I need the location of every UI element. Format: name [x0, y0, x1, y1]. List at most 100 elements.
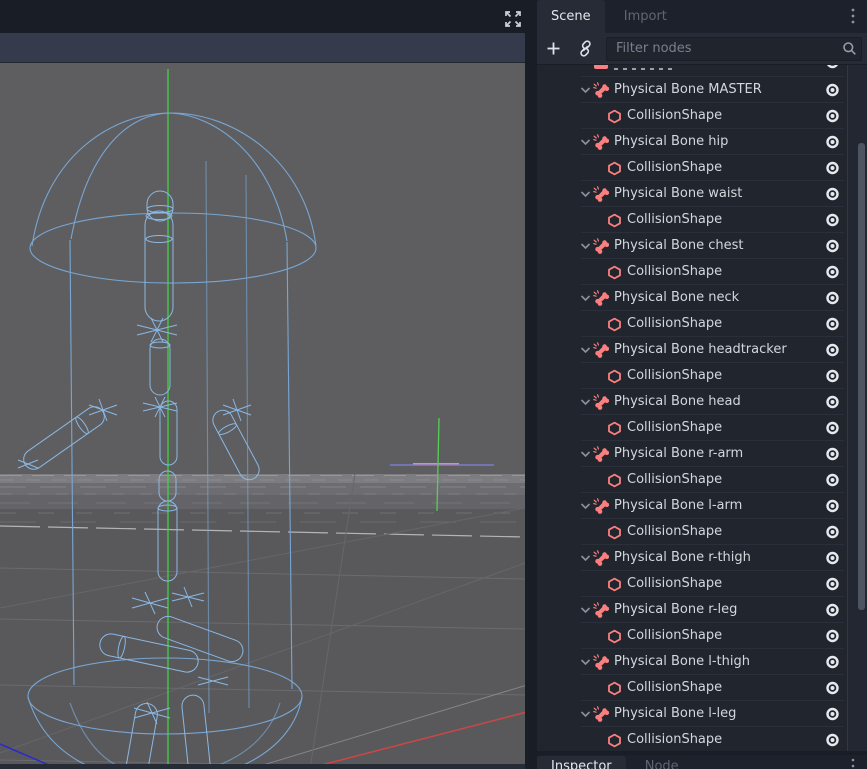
node-label: CollisionShape	[627, 108, 722, 123]
chevron-down-icon[interactable]	[580, 346, 591, 354]
tree-row-collisionshape[interactable]: CollisionShape	[537, 155, 847, 181]
tree-row-physical-bone[interactable]: Physical Bone neck	[537, 285, 847, 311]
collision-shape-icon	[607, 161, 622, 176]
tree-row-clipped-node[interactable]	[537, 65, 847, 77]
visibility-toggle-icon[interactable]	[824, 187, 841, 201]
visibility-toggle-icon[interactable]	[824, 525, 841, 539]
visibility-toggle-icon[interactable]	[824, 291, 841, 305]
tree-row-collisionshape[interactable]: CollisionShape	[537, 363, 847, 389]
visibility-toggle-icon[interactable]	[824, 213, 841, 227]
visibility-toggle-icon[interactable]	[824, 135, 841, 149]
chevron-down-icon[interactable]	[580, 190, 591, 198]
expand-viewport-icon[interactable]	[503, 9, 523, 29]
tree-row-collisionshape[interactable]: CollisionShape	[537, 675, 847, 701]
node-label: CollisionShape	[627, 680, 722, 695]
visibility-toggle-icon[interactable]	[824, 65, 841, 69]
tree-row-collisionshape[interactable]: CollisionShape	[537, 467, 847, 493]
visibility-toggle-icon[interactable]	[824, 239, 841, 253]
visibility-toggle-icon[interactable]	[824, 733, 841, 747]
visibility-toggle-icon[interactable]	[824, 551, 841, 565]
dock-menu-ellipsis-icon[interactable]	[849, 7, 857, 27]
tab-inspector[interactable]: Inspector	[537, 756, 626, 769]
chevron-down-icon[interactable]	[580, 398, 591, 406]
chevron-down-icon[interactable]	[580, 294, 591, 302]
visibility-toggle-icon[interactable]	[824, 317, 841, 331]
tree-row-physical-bone[interactable]: Physical Bone MASTER	[537, 77, 847, 103]
scene-tree-scrollbar[interactable]	[848, 65, 867, 751]
tree-row-collisionshape[interactable]: CollisionShape	[537, 727, 847, 751]
tree-row-physical-bone[interactable]: Physical Bone headtracker	[537, 337, 847, 363]
node-label: Physical Bone l-thigh	[614, 654, 750, 669]
visibility-toggle-icon[interactable]	[824, 681, 841, 695]
tree-row-collisionshape[interactable]: CollisionShape	[537, 415, 847, 441]
tree-row-collisionshape[interactable]: CollisionShape	[537, 207, 847, 233]
visibility-toggle-icon[interactable]	[824, 655, 841, 669]
chevron-down-icon[interactable]	[580, 658, 591, 666]
chevron-down-icon[interactable]	[580, 502, 591, 510]
visibility-toggle-icon[interactable]	[824, 447, 841, 461]
chevron-down-icon[interactable]	[580, 554, 591, 562]
tree-row-physical-bone[interactable]: Physical Bone hip	[537, 129, 847, 155]
visibility-toggle-icon[interactable]	[824, 109, 841, 123]
tree-row-collisionshape[interactable]: CollisionShape	[537, 311, 847, 337]
tab-import[interactable]: Import	[610, 0, 681, 33]
chevron-down-icon[interactable]	[580, 86, 591, 94]
add-node-button[interactable]	[540, 37, 566, 61]
collision-shape-icon	[607, 213, 622, 228]
collision-shape-icon	[607, 109, 622, 124]
tree-row-physical-bone[interactable]: Physical Bone l-thigh	[537, 649, 847, 675]
tree-row-physical-bone[interactable]: Physical Bone chest	[537, 233, 847, 259]
visibility-toggle-icon[interactable]	[824, 161, 841, 175]
chevron-down-icon[interactable]	[580, 450, 591, 458]
tab-node[interactable]: Node	[631, 756, 693, 769]
visibility-toggle-icon[interactable]	[824, 395, 841, 409]
node-label: CollisionShape	[627, 160, 722, 175]
visibility-toggle-icon[interactable]	[824, 265, 841, 279]
node-label: CollisionShape	[627, 732, 722, 747]
node-label: Physical Bone chest	[614, 238, 744, 253]
chevron-down-icon[interactable]	[580, 138, 591, 146]
physical-bone-icon	[593, 186, 609, 202]
visibility-toggle-icon[interactable]	[824, 603, 841, 617]
chevron-down-icon[interactable]	[580, 242, 591, 250]
visibility-toggle-icon[interactable]	[824, 369, 841, 383]
visibility-toggle-icon[interactable]	[824, 473, 841, 487]
visibility-toggle-icon[interactable]	[824, 421, 841, 435]
tree-row-collisionshape[interactable]: CollisionShape	[537, 259, 847, 285]
visibility-toggle-icon[interactable]	[824, 629, 841, 643]
tree-row-physical-bone[interactable]: Physical Bone r-leg	[537, 597, 847, 623]
chevron-down-icon[interactable]	[580, 710, 591, 718]
viewport-region	[0, 0, 525, 769]
tab-scene[interactable]: Scene	[537, 0, 605, 33]
3d-viewport-canvas[interactable]	[0, 63, 525, 769]
tree-row-collisionshape[interactable]: CollisionShape	[537, 623, 847, 649]
node-label: Physical Bone hip	[614, 134, 728, 149]
collision-shape-icon	[607, 265, 622, 280]
scene-tree-content: Physical Bone MASTERCollisionShapePhysic…	[537, 65, 848, 751]
visibility-toggle-icon[interactable]	[824, 707, 841, 721]
visibility-toggle-icon[interactable]	[824, 343, 841, 357]
node-label: CollisionShape	[627, 576, 722, 591]
collision-shape-icon	[607, 577, 622, 592]
instance-scene-button[interactable]	[572, 37, 598, 61]
tree-row-physical-bone[interactable]: Physical Bone l-leg	[537, 701, 847, 727]
tree-row-collisionshape[interactable]: CollisionShape	[537, 571, 847, 597]
tree-row-physical-bone[interactable]: Physical Bone r-arm	[537, 441, 847, 467]
visibility-toggle-icon[interactable]	[824, 83, 841, 97]
tree-row-physical-bone[interactable]: Physical Bone l-arm	[537, 493, 847, 519]
tree-row-physical-bone[interactable]: Physical Bone head	[537, 389, 847, 415]
node-label: Physical Bone MASTER	[614, 82, 762, 97]
filter-nodes-input[interactable]	[606, 37, 862, 61]
3d-scene-render	[0, 63, 525, 769]
scrollbar-thumb[interactable]	[858, 143, 865, 610]
tree-row-collisionshape[interactable]: CollisionShape	[537, 519, 847, 545]
tree-row-collisionshape[interactable]: CollisionShape	[537, 103, 847, 129]
tree-row-physical-bone[interactable]: Physical Bone waist	[537, 181, 847, 207]
collision-shape-icon	[607, 421, 622, 436]
chevron-down-icon[interactable]	[580, 606, 591, 614]
visibility-toggle-icon[interactable]	[824, 577, 841, 591]
tree-row-physical-bone[interactable]: Physical Bone r-thigh	[537, 545, 847, 571]
visibility-toggle-icon[interactable]	[824, 499, 841, 513]
inspector-menu-ellipsis-icon[interactable]	[851, 757, 855, 769]
node-label: CollisionShape	[627, 420, 722, 435]
